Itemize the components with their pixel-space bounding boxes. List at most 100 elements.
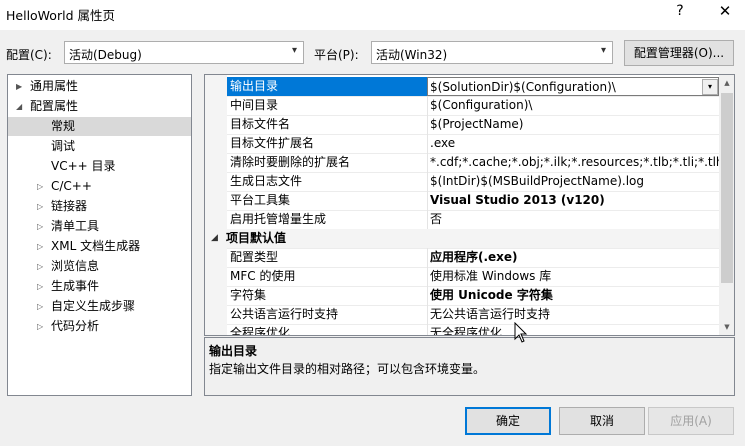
expand-arrow-icon[interactable]: ▷ xyxy=(37,177,43,196)
tree-item-common[interactable]: ▶ 通用属性 xyxy=(8,77,191,96)
property-value[interactable]: 无公共语言运行时支持 xyxy=(427,305,719,324)
property-row-config-type[interactable]: 配置类型 应用程序(.exe) xyxy=(205,248,719,267)
property-row-intermediate-dir[interactable]: 中间目录 $(Configuration)\ xyxy=(205,96,719,115)
property-value[interactable]: 否 xyxy=(427,210,719,229)
property-row-target-name[interactable]: 目标文件名 $(ProjectName) xyxy=(205,115,719,134)
property-name: 配置类型 xyxy=(230,250,279,264)
property-name: 全程序优化 xyxy=(230,326,291,336)
title-bar: HelloWorld 属性页 ? ✕ xyxy=(0,0,745,30)
collapse-icon[interactable]: ▶ xyxy=(16,77,22,96)
ok-button[interactable]: 确定 xyxy=(465,407,551,435)
property-value[interactable]: *.cdf;*.cache;*.obj;*.ilk;*.resources;*.… xyxy=(427,153,719,172)
property-row-mfc[interactable]: MFC 的使用 使用标准 Windows 库 xyxy=(205,267,719,286)
property-value-field[interactable]: $(SolutionDir)$(Configuration)\ xyxy=(427,77,719,96)
category-project-defaults[interactable]: ◢ 项目默认值 xyxy=(205,229,719,248)
property-value[interactable]: .exe xyxy=(427,134,719,153)
config-manager-button[interactable]: 配置管理器(O)... xyxy=(624,40,734,66)
property-name: 目标文件名 xyxy=(230,117,291,131)
expand-arrow-icon[interactable]: ▷ xyxy=(37,277,43,296)
category-name: 项目默认值 xyxy=(226,231,287,245)
expand-arrow-icon[interactable]: ▷ xyxy=(37,317,43,336)
property-value[interactable]: 使用标准 Windows 库 xyxy=(427,267,719,286)
property-row-managed-incremental[interactable]: 启用托管增量生成 否 xyxy=(205,210,719,229)
property-name: 字符集 xyxy=(230,288,267,302)
property-row-charset[interactable]: 字符集 使用 Unicode 字符集 xyxy=(205,286,719,305)
tree-item-manifest[interactable]: ▷ 清单工具 xyxy=(8,217,191,236)
property-row-clr-support[interactable]: 公共语言运行时支持 无公共语言运行时支持 xyxy=(205,305,719,324)
property-row-build-log[interactable]: 生成日志文件 $(IntDir)$(MSBuildProjectName).lo… xyxy=(205,172,719,191)
tree-item-general[interactable]: 常规 xyxy=(8,117,191,136)
apply-button[interactable]: 应用(A) xyxy=(648,407,734,435)
expand-arrow-icon[interactable]: ▷ xyxy=(37,217,43,236)
property-row-wpo[interactable]: 全程序优化 无全程序优化 xyxy=(205,324,719,336)
tree-item-config[interactable]: ◢ 配置属性 xyxy=(8,97,191,116)
property-row-output-dir[interactable]: 输出目录 $(SolutionDir)$(Configuration)\ ▾ xyxy=(205,77,719,96)
scroll-thumb[interactable] xyxy=(721,93,733,283)
property-tree[interactable]: ▶ 通用属性 ◢ 配置属性 常规 调试 VC++ 目录 ▷ C/C++ ▷ 链接… xyxy=(7,74,192,396)
collapse-icon[interactable]: ◢ xyxy=(211,229,218,248)
chevron-down-icon: ▾ xyxy=(600,45,606,56)
scroll-up-icon[interactable]: ▲ xyxy=(719,75,734,91)
property-row-target-ext[interactable]: 目标文件扩展名 .exe xyxy=(205,134,719,153)
tree-item-build-events[interactable]: ▷ 生成事件 xyxy=(8,277,191,296)
platform-value: 活动(Win32) xyxy=(376,48,448,62)
expand-arrow-icon[interactable]: ▷ xyxy=(37,257,43,276)
tree-item-label: 配置属性 xyxy=(30,99,79,113)
description-panel: 输出目录 指定输出文件目录的相对路径；可以包含环境变量。 xyxy=(204,337,735,396)
vertical-scrollbar[interactable]: ▲ ▼ xyxy=(719,75,734,335)
tree-item-label: 链接器 xyxy=(51,199,88,213)
dropdown-arrow-icon[interactable]: ▾ xyxy=(702,79,718,95)
property-name: 生成日志文件 xyxy=(230,174,303,188)
tree-item-label: 浏览信息 xyxy=(51,259,100,273)
property-name: 公共语言运行时支持 xyxy=(230,307,339,321)
description-title: 输出目录 xyxy=(209,344,258,358)
tree-item-label: 代码分析 xyxy=(51,319,100,333)
property-name: 中间目录 xyxy=(230,98,279,112)
expand-arrow-icon[interactable]: ▷ xyxy=(37,297,43,316)
property-name: MFC 的使用 xyxy=(230,269,296,283)
tree-item-cpp[interactable]: ▷ C/C++ xyxy=(8,177,191,196)
property-value[interactable]: $(Configuration)\ xyxy=(427,96,719,115)
property-value[interactable]: $(ProjectName) xyxy=(427,115,719,134)
tree-item-label: 通用属性 xyxy=(30,79,79,93)
property-value[interactable]: 应用程序(.exe) xyxy=(427,248,719,267)
expand-icon[interactable]: ◢ xyxy=(16,97,22,116)
property-value[interactable]: Visual Studio 2013 (v120) xyxy=(427,191,719,210)
tree-item-debugging[interactable]: 调试 xyxy=(8,137,191,156)
config-value: 活动(Debug) xyxy=(69,48,142,62)
tree-item-browse-info[interactable]: ▷ 浏览信息 xyxy=(8,257,191,276)
config-dropdown[interactable]: 活动(Debug) ▾ xyxy=(64,41,304,64)
property-row-clean-ext[interactable]: 清除时要删除的扩展名 *.cdf;*.cache;*.obj;*.ilk;*.r… xyxy=(205,153,719,172)
property-value[interactable]: $(IntDir)$(MSBuildProjectName).log xyxy=(427,172,719,191)
property-name: 清除时要删除的扩展名 xyxy=(230,155,351,169)
property-value[interactable]: 使用 Unicode 字符集 xyxy=(427,286,719,305)
help-button[interactable]: ? xyxy=(668,3,692,23)
property-grid[interactable]: 输出目录 $(SolutionDir)$(Configuration)\ ▾ 中… xyxy=(204,74,735,336)
tree-item-label: XML 文档生成器 xyxy=(51,239,141,253)
mouse-cursor-icon xyxy=(514,322,528,343)
tree-item-custom-build[interactable]: ▷ 自定义生成步骤 xyxy=(8,297,191,316)
expand-arrow-icon[interactable]: ▷ xyxy=(37,237,43,256)
tree-item-label: C/C++ xyxy=(51,179,92,193)
property-name: 启用托管增量生成 xyxy=(230,212,327,226)
tree-item-vc-dirs[interactable]: VC++ 目录 xyxy=(8,157,191,176)
tree-item-label: 自定义生成步骤 xyxy=(51,299,136,313)
platform-label: 平台(P): xyxy=(314,48,359,62)
property-row-toolset[interactable]: 平台工具集 Visual Studio 2013 (v120) xyxy=(205,191,719,210)
tree-item-label: VC++ 目录 xyxy=(51,159,116,173)
expand-arrow-icon[interactable]: ▷ xyxy=(37,197,43,216)
tree-item-label: 生成事件 xyxy=(51,279,100,293)
property-value[interactable]: 无全程序优化 xyxy=(427,324,719,335)
platform-dropdown[interactable]: 活动(Win32) ▾ xyxy=(371,41,613,64)
tree-item-code-analysis[interactable]: ▷ 代码分析 xyxy=(8,317,191,336)
property-name: 目标文件扩展名 xyxy=(230,136,315,150)
tree-item-label: 清单工具 xyxy=(51,219,100,233)
property-name: 平台工具集 xyxy=(230,193,291,207)
cancel-button[interactable]: 取消 xyxy=(559,407,645,435)
scroll-down-icon[interactable]: ▼ xyxy=(719,319,734,335)
tree-item-linker[interactable]: ▷ 链接器 xyxy=(8,197,191,216)
tree-item-xml-doc[interactable]: ▷ XML 文档生成器 xyxy=(8,237,191,256)
chevron-down-icon: ▾ xyxy=(291,45,297,56)
tree-item-label: 调试 xyxy=(51,139,76,153)
close-button[interactable]: ✕ xyxy=(713,2,737,22)
